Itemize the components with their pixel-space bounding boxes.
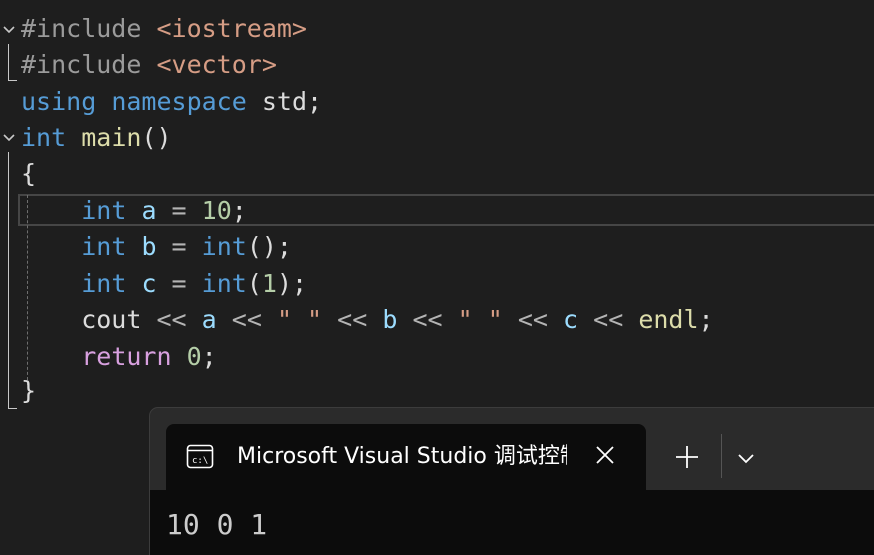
fold-region-line: [8, 152, 9, 409]
code-token: using: [21, 87, 97, 116]
code-token: );: [276, 269, 308, 298]
fold-chevron-down-icon[interactable]: [2, 131, 16, 145]
code-token: int: [201, 269, 247, 298]
code-token: <<: [337, 305, 368, 334]
code-token: <<: [412, 305, 443, 334]
code-token: {: [21, 159, 37, 188]
code-token: (: [246, 269, 262, 298]
code-token: int: [21, 123, 67, 152]
console-icon: c:\: [186, 443, 214, 471]
code-token: a: [201, 305, 217, 334]
code-line[interactable]: using namespace std;: [21, 84, 322, 120]
code-token: int: [81, 196, 127, 225]
code-token: " ": [457, 305, 503, 334]
code-token: a: [141, 196, 157, 225]
code-token: <vector>: [156, 50, 277, 79]
code-token: <<: [156, 305, 187, 334]
terminal-tab[interactable]: c:\ Microsoft Visual Studio 调试控制台: [166, 424, 646, 490]
code-token: =: [156, 232, 202, 261]
code-token: }: [21, 376, 37, 405]
terminal-window: c:\ Microsoft Visual Studio 调试控制台 10 0 1: [149, 407, 874, 555]
code-line[interactable]: int c = int(1);: [21, 266, 307, 302]
code-token: endl: [638, 305, 699, 334]
code-token: ;: [698, 305, 714, 334]
code-token: namespace: [111, 87, 247, 116]
code-token: (): [141, 123, 172, 152]
code-line[interactable]: }: [21, 373, 36, 409]
code-token: ;: [231, 196, 247, 225]
code-token: ();: [246, 232, 292, 261]
fold-region-line: [8, 44, 9, 81]
code-token: int: [81, 269, 127, 298]
code-token: <<: [231, 305, 262, 334]
code-token: return: [81, 342, 172, 371]
code-line[interactable]: return 0;: [21, 339, 217, 375]
code-token: 0: [186, 342, 202, 371]
code-token: <<: [517, 305, 548, 334]
code-token: #include: [21, 14, 157, 43]
fold-chevron-down-icon[interactable]: [2, 23, 16, 37]
code-line[interactable]: cout << a << " " << b << " " << c << end…: [21, 302, 714, 338]
code-token: =: [156, 269, 202, 298]
close-icon[interactable]: [594, 444, 616, 466]
terminal-output-area[interactable]: 10 0 1: [150, 490, 874, 555]
code-line[interactable]: {: [21, 156, 36, 192]
code-token: <<: [593, 305, 624, 334]
code-line[interactable]: #include <vector>: [21, 47, 277, 83]
plus-icon[interactable]: [672, 442, 702, 472]
code-token: b: [382, 305, 398, 334]
terminal-output: 10 0 1: [166, 508, 268, 541]
code-token: " ": [276, 305, 323, 334]
code-token: <iostream>: [156, 14, 307, 43]
fold-region-end: [8, 80, 17, 81]
code-token: main: [81, 123, 142, 152]
toolbar-divider: [721, 434, 722, 478]
code-line[interactable]: int b = int();: [21, 229, 292, 265]
code-token: b: [141, 232, 157, 261]
code-token: 10: [201, 196, 232, 225]
code-token: cout: [21, 305, 157, 334]
code-token: c: [141, 269, 157, 298]
code-token: std;: [246, 87, 323, 116]
code-line[interactable]: int main(): [21, 120, 172, 156]
code-line[interactable]: #include <iostream>: [21, 11, 307, 47]
code-token: int: [81, 232, 127, 261]
svg-text:c:\: c:\: [192, 456, 208, 466]
code-token: int: [201, 232, 247, 261]
tab-title: Microsoft Visual Studio 调试控制台: [237, 444, 567, 469]
code-token: ;: [201, 342, 217, 371]
code-token: 1: [261, 269, 277, 298]
chevron-down-icon[interactable]: [736, 448, 756, 468]
code-token: c: [563, 305, 579, 334]
code-line[interactable]: int a = 10;: [21, 193, 247, 229]
code-token: #include: [21, 50, 157, 79]
fold-region-end: [8, 408, 17, 409]
code-token: =: [156, 196, 202, 225]
